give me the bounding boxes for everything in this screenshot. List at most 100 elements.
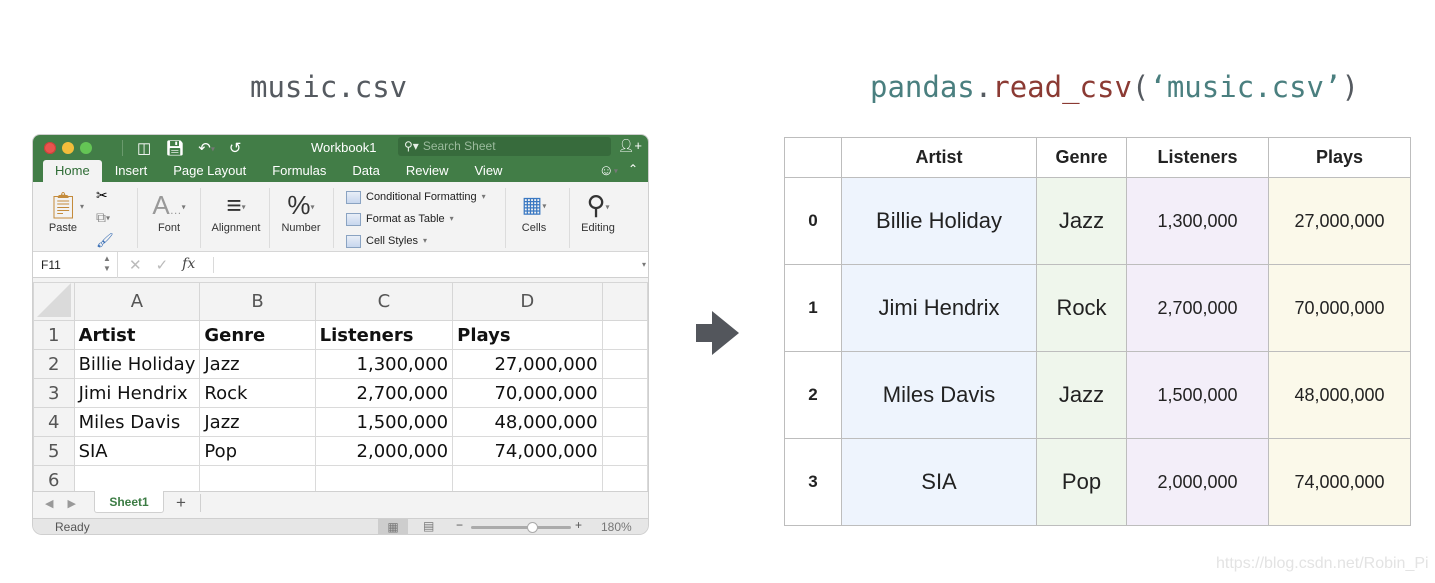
cancel-formula-icon[interactable]: ✕	[129, 256, 142, 274]
tab-data[interactable]: Data	[339, 160, 392, 182]
zoom-level[interactable]: 180%	[601, 520, 632, 534]
undo-icon[interactable]: ↶▾	[198, 139, 215, 157]
sheet-cell[interactable]: Jazz	[199, 349, 316, 379]
column-header[interactable]: C	[314, 282, 454, 321]
add-sheet-button[interactable]: +	[176, 493, 186, 513]
sheet-cell[interactable]: Plays	[452, 320, 603, 350]
zoom-in-button[interactable]: +	[575, 518, 582, 532]
sheet-cell[interactable]: 2,700,000	[314, 378, 454, 408]
dataframe-cell: 1,300,000	[1126, 177, 1269, 265]
sheet-cell[interactable]: Billie Holiday	[73, 349, 201, 379]
sheet-row: 5 SIA Pop 2,000,000 74,000,000	[33, 436, 648, 466]
dataframe-cell: 74,000,000	[1268, 438, 1411, 526]
font-button[interactable]: A…▾ Font	[143, 182, 195, 252]
tab-formulas[interactable]: Formulas	[259, 160, 339, 182]
sheet-cell[interactable]: Jazz	[199, 407, 316, 437]
zoom-slider-thumb[interactable]	[527, 522, 538, 533]
insert-function-icon[interactable]: fx	[182, 256, 195, 274]
sheet-cell[interactable]: Pop	[199, 436, 316, 466]
column-header-plays: Plays	[1268, 137, 1411, 178]
sheet-cell[interactable]: Listeners	[314, 320, 454, 350]
copy-icon[interactable]: ⧉▾	[96, 206, 114, 229]
alignment-label: Alignment	[211, 222, 261, 234]
search-sheet-input[interactable]: ⚲▾ Search Sheet	[398, 137, 611, 156]
column-header[interactable]: D	[452, 282, 603, 321]
number-button[interactable]: %▾ Number	[273, 182, 329, 252]
sheet-cell[interactable]: 70,000,000	[452, 378, 603, 408]
sheet-cell[interactable]: 1,500,000	[314, 407, 454, 437]
cells-button[interactable]: ▦▾ Cells	[509, 182, 559, 252]
sheet-cell[interactable]: Genre	[199, 320, 316, 350]
cut-icon[interactable]: ✂	[96, 184, 114, 206]
font-label: Font	[157, 222, 180, 234]
divider	[569, 188, 570, 248]
column-header[interactable]	[601, 282, 648, 321]
column-header[interactable]: B	[199, 282, 316, 321]
code-open-paren: (	[1131, 70, 1150, 104]
row-header[interactable]: 5	[33, 436, 75, 466]
cell-styles-button[interactable]: Cell Styles ▾	[346, 230, 486, 252]
sheet-row: 3 Jimi Hendrix Rock 2,700,000 70,000,000	[33, 378, 648, 408]
sheet-cell[interactable]	[601, 349, 648, 379]
row-header[interactable]: 2	[33, 349, 75, 379]
next-sheet-arrow-icon[interactable]: ▶	[67, 497, 75, 510]
select-all-corner[interactable]	[33, 282, 75, 321]
sheet-cell[interactable]: SIA	[73, 436, 201, 466]
row-header[interactable]: 4	[33, 407, 75, 437]
redo-icon[interactable]: ↺	[229, 139, 242, 157]
sheet-cell[interactable]: 48,000,000	[452, 407, 603, 437]
close-window-button[interactable]	[44, 141, 56, 154]
editing-button[interactable]: ⚲▾ Editing	[573, 182, 623, 252]
row-header[interactable]: 1	[33, 320, 75, 350]
sheet-cell[interactable]: Jimi Hendrix	[73, 378, 201, 408]
normal-view-button[interactable]: ▦	[378, 519, 408, 534]
minimize-window-button[interactable]	[62, 141, 74, 154]
sheet-cell[interactable]	[601, 407, 648, 437]
sheet-cell[interactable]: Artist	[73, 320, 201, 350]
name-box[interactable]: F11	[41, 258, 61, 272]
zoom-slider[interactable]	[471, 522, 571, 533]
dataframe-cell: Jimi Hendrix	[841, 264, 1037, 352]
sheet-cell[interactable]: Rock	[199, 378, 316, 408]
formula-input[interactable]	[221, 257, 634, 273]
expand-formula-bar-icon[interactable]: ▾	[642, 260, 646, 269]
code-close-paren: )	[1341, 70, 1359, 104]
sheet-cell[interactable]: 1,300,000	[314, 349, 454, 379]
paste-button[interactable]: 📋︎ Paste	[41, 182, 85, 252]
sheet-cell[interactable]: 74,000,000	[452, 436, 603, 466]
sheet-cell[interactable]: 2,000,000	[314, 436, 454, 466]
editing-label: Editing	[581, 222, 615, 234]
sidebar-toggle-icon[interactable]: ◫	[137, 139, 151, 157]
conditional-formatting-icon	[346, 190, 361, 204]
name-box-stepper-icon[interactable]: ▲ ▼	[103, 254, 111, 274]
excel-window: ◫ 💾︎ ↶▾ ↺ Workbook1 ⚲▾ Search Sheet 👤︎+ H…	[33, 135, 648, 534]
format-as-table-button[interactable]: Format as Table ▾	[346, 208, 486, 230]
collapse-ribbon-icon[interactable]: ⌃	[628, 162, 638, 179]
zoom-window-button[interactable]	[80, 141, 92, 154]
sheet-cell[interactable]: Miles Davis	[73, 407, 201, 437]
feedback-smiley-icon[interactable]: ☺▾	[599, 162, 618, 179]
alignment-button[interactable]: ≡▾ Alignment	[205, 182, 267, 252]
paste-dropdown-caret[interactable]: ▾	[80, 202, 84, 211]
sheet-cell[interactable]	[601, 378, 648, 408]
save-icon[interactable]: 💾︎	[165, 139, 184, 157]
tab-view[interactable]: View	[462, 160, 516, 182]
sheet-tab-sheet1[interactable]: Sheet1	[94, 491, 164, 513]
dataframe-cell: Rock	[1036, 264, 1127, 352]
tab-insert[interactable]: Insert	[102, 160, 161, 182]
zoom-out-button[interactable]: −	[456, 518, 463, 532]
sheet-cell[interactable]	[601, 436, 648, 466]
page-layout-view-button[interactable]: ▤	[423, 519, 434, 533]
previous-sheet-arrow-icon[interactable]: ◀	[45, 497, 53, 510]
format-painter-icon[interactable]: 🖌︎	[96, 229, 114, 251]
column-header[interactable]: A	[73, 282, 201, 321]
confirm-formula-icon[interactable]: ✓	[156, 256, 169, 274]
sheet-cell[interactable]: 27,000,000	[452, 349, 603, 379]
tab-page-layout[interactable]: Page Layout	[160, 160, 259, 182]
tab-review[interactable]: Review	[393, 160, 462, 182]
sheet-cell[interactable]	[601, 320, 648, 350]
conditional-formatting-button[interactable]: Conditional Formatting ▾	[346, 186, 486, 208]
share-add-user-icon[interactable]: 👤︎+	[618, 138, 642, 154]
row-header[interactable]: 3	[33, 378, 75, 408]
tab-home[interactable]: Home	[43, 160, 102, 182]
